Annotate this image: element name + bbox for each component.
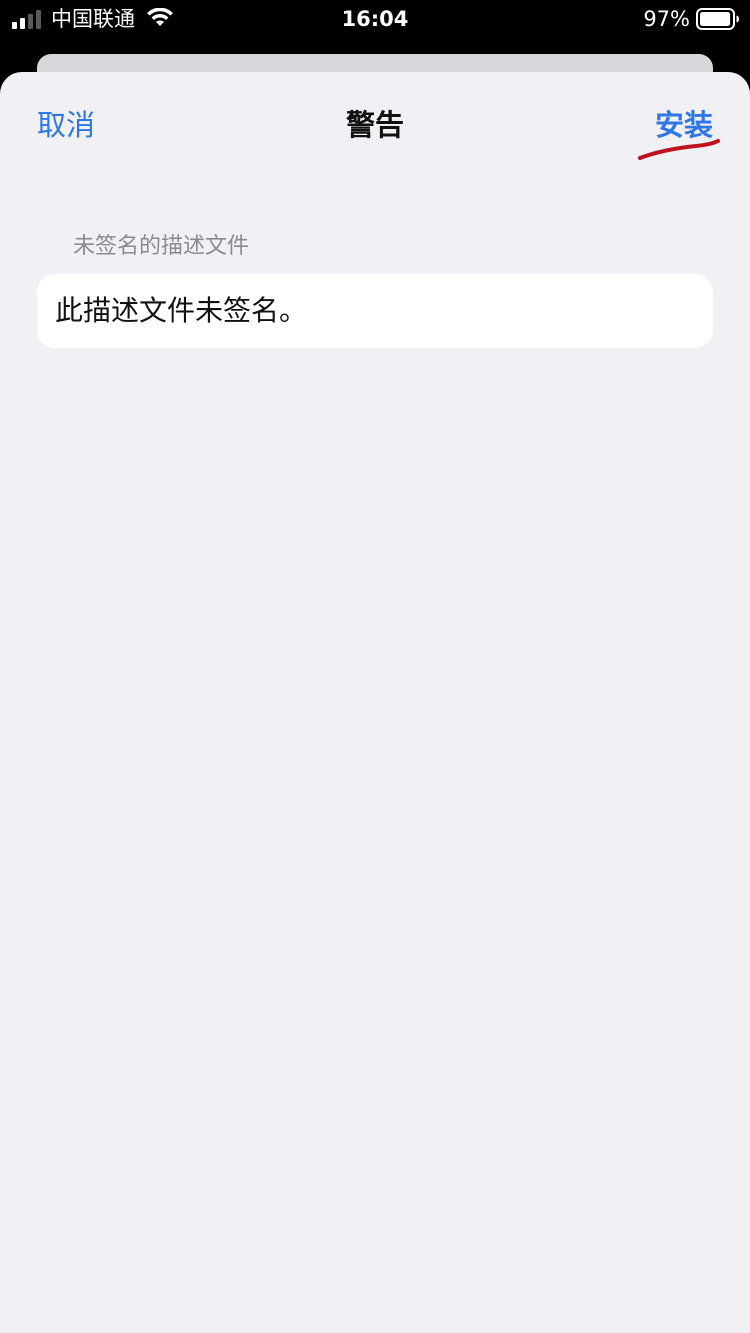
status-bar: 中国联通 16:04 97% (0, 0, 750, 40)
battery-icon (696, 8, 739, 30)
unsigned-profile-card: 此描述文件未签名。 (37, 274, 713, 348)
warning-sheet: 取消 警告 安装 未签名的描述文件 此描述文件未签名。 (0, 72, 750, 1333)
phone-screen: 中国联通 16:04 97% 取消 警告 安装 未签名的描述文件 此描述文件未签… (0, 0, 750, 1333)
section-header: 未签名的描述文件 (73, 234, 250, 259)
battery-percentage: 97% (643, 7, 690, 31)
unsigned-profile-message: 此描述文件未签名。 (55, 294, 308, 327)
status-time: 16:04 (341, 7, 409, 31)
red-underline-annotation (638, 139, 720, 160)
